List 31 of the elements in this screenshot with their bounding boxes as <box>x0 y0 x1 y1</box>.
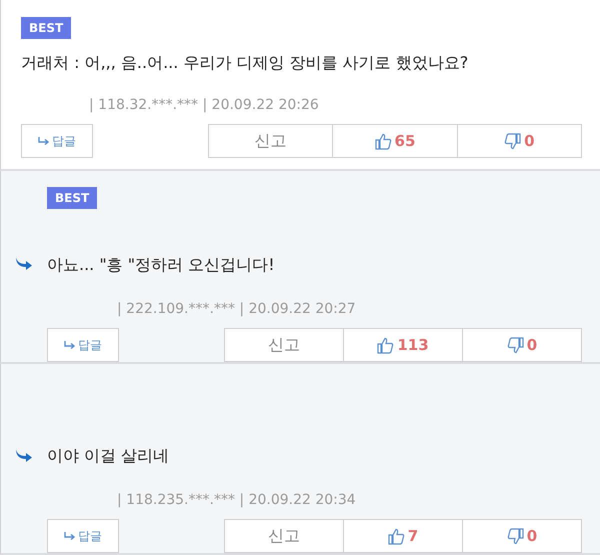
like-button[interactable]: 113 <box>344 329 463 361</box>
dislike-button[interactable]: 0 <box>463 520 581 552</box>
reply-button[interactable]: 답글 <box>21 124 93 158</box>
reply-arrow-icon <box>14 448 34 462</box>
thumbs-up-icon <box>377 336 394 354</box>
comment-text: 거래처 : 어,,, 음..어... 우리가 디제잉 장비를 사기로 했었나요? <box>21 52 470 74</box>
dislike-button[interactable]: 0 <box>463 329 581 361</box>
best-badge: BEST <box>21 17 72 39</box>
like-button[interactable]: 65 <box>333 125 458 157</box>
report-button[interactable]: 신고 <box>225 329 344 361</box>
comment-meta: | 118.32.***.*** | 20.09.22 20:26 <box>89 96 320 115</box>
reply-button[interactable]: 답글 <box>47 519 119 553</box>
reply-arrow-icon <box>64 532 76 540</box>
thumbs-down-icon <box>504 132 522 150</box>
like-button[interactable]: 7 <box>344 520 463 552</box>
reply-arrow-icon <box>64 341 76 349</box>
report-button[interactable]: 신고 <box>225 520 344 552</box>
best-badge: BEST <box>47 187 98 209</box>
reply-arrow-icon <box>38 137 50 145</box>
thumbs-down-icon <box>506 528 524 544</box>
dislike-button[interactable]: 0 <box>458 125 581 157</box>
comment-text: 이야 이걸 살리네 <box>47 445 170 467</box>
comment-text: 아뇨... "흥 "정하러 오신겁니다! <box>47 254 276 276</box>
thumbs-down-icon <box>506 336 524 354</box>
report-button[interactable]: 신고 <box>209 125 334 157</box>
reply-arrow-icon <box>14 256 34 270</box>
reply-button[interactable]: 답글 <box>47 328 119 362</box>
thumbs-up-icon <box>374 132 392 150</box>
comment-meta: | 222.109.***.*** | 20.09.22 20:27 <box>117 300 357 319</box>
thumbs-up-icon <box>388 528 405 544</box>
comment-meta: | 118.235.***.*** | 20.09.22 20:34 <box>117 491 357 510</box>
